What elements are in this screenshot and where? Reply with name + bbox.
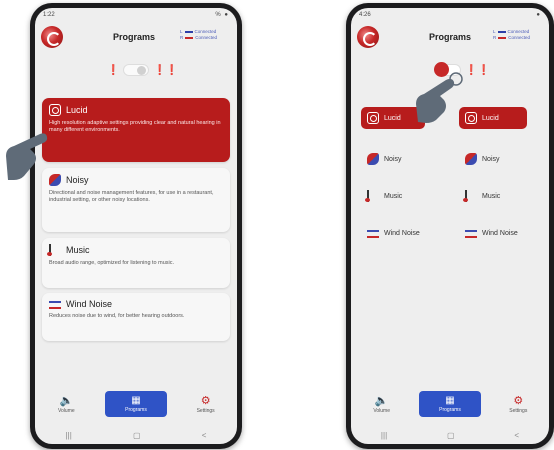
- left-program-noisy[interactable]: Noisy: [361, 148, 425, 170]
- app-header: Programs L Connected R Connected: [35, 22, 237, 56]
- wind-icon: [465, 230, 477, 238]
- right-side-label: R: [493, 35, 497, 40]
- nav-label: Settings: [509, 408, 528, 414]
- program-name: Lucid: [384, 114, 401, 122]
- gear-icon: ⚙: [513, 395, 524, 407]
- connection-status: L Connected R Connected: [180, 29, 217, 41]
- connection-status: L Connected R Connected: [493, 29, 530, 41]
- speaker-icon: 🔈: [374, 395, 389, 407]
- program-description: Reduces noise due to wind, for better he…: [49, 313, 185, 319]
- lucid-icon: [49, 104, 61, 116]
- music-icon: [47, 244, 61, 256]
- wind-icon: [367, 230, 379, 238]
- program-name: Music: [66, 245, 90, 255]
- bottom-nav: 🔈 Volume ▦ Programs ⚙ Settings: [35, 384, 237, 424]
- program-card-wind-noise[interactable]: Wind Noise Reduces noise due to wind, fo…: [42, 293, 230, 341]
- program-name: Wind Noise: [482, 229, 518, 237]
- program-card-noisy[interactable]: Noisy Directional and noise management f…: [42, 168, 230, 232]
- back-button[interactable]: <: [514, 431, 519, 440]
- recents-button[interactable]: |||: [381, 431, 387, 440]
- phone-left: 1:22 % ● Programs L Connected R Connected …: [30, 3, 242, 449]
- nav-volume[interactable]: 🔈 Volume: [358, 394, 406, 414]
- brand-logo-icon: [357, 26, 379, 48]
- left-connected-label: Connected: [194, 29, 217, 34]
- program-name: Wind Noise: [384, 229, 420, 237]
- right-connected-label: Connected: [508, 35, 531, 40]
- music-icon: [463, 190, 477, 202]
- speaker-icon: 🔈: [59, 395, 74, 407]
- system-nav-bar: ||| ▢ <: [35, 426, 237, 444]
- status-time: 4:26: [359, 12, 371, 18]
- gear-icon: ⚙: [200, 395, 211, 407]
- group-people-icon: ❗❗: [153, 64, 179, 76]
- recents-button[interactable]: |||: [66, 431, 72, 440]
- wind-icon: [49, 301, 61, 309]
- nav-settings[interactable]: ⚙ Settings: [494, 394, 542, 414]
- program-card-music[interactable]: Music Broad audio range, optimized for l…: [42, 238, 230, 288]
- nav-label: Volume: [373, 408, 390, 414]
- nav-label: Volume: [57, 408, 75, 414]
- nav-programs[interactable]: ▦ Programs: [418, 391, 481, 417]
- right-connected-label: Connected: [195, 35, 218, 40]
- noisy-icon: [367, 153, 379, 165]
- toggle-switch[interactable]: [123, 64, 150, 76]
- home-button[interactable]: ▢: [447, 431, 455, 440]
- tutorial-illustration: 1:22 % ● Programs L Connected R Connected …: [0, 0, 554, 450]
- right-program-noisy[interactable]: Noisy: [459, 148, 527, 170]
- right-side-label: R: [180, 35, 184, 40]
- program-name: Music: [482, 192, 501, 200]
- mode-toggle[interactable]: ❗ ❗❗: [107, 62, 178, 78]
- program-name: Lucid: [66, 105, 88, 115]
- phone-left-screen: 1:22 % ● Programs L Connected R Connected …: [35, 8, 237, 444]
- left-program-wind-noise[interactable]: Wind Noise: [361, 222, 441, 244]
- pointing-hand-icon: [416, 72, 463, 123]
- left-connected-label: Connected: [507, 29, 530, 34]
- status-bar: 1:22 % ●: [35, 8, 237, 22]
- page-title: Programs: [429, 32, 472, 42]
- bottom-nav: 🔈 Volume ▦ Programs ⚙ Settings: [351, 384, 549, 424]
- lucid-icon: [367, 112, 379, 124]
- nav-label: Settings: [196, 408, 215, 414]
- pointing-hand-icon: [6, 133, 48, 180]
- group-people-icon: ❗❗: [465, 64, 490, 76]
- grid-icon: ▦: [445, 395, 455, 406]
- left-side-label: L: [493, 29, 496, 34]
- program-name: Wind Noise: [66, 299, 113, 309]
- program-name: Lucid: [482, 114, 499, 122]
- page-title: Programs: [113, 32, 156, 42]
- nav-label: Programs: [439, 407, 461, 413]
- program-description: Broad audio range, optimized for listeni…: [49, 260, 175, 266]
- music-icon: [365, 190, 379, 202]
- app-header: Programs L Connected R Connected: [351, 22, 549, 56]
- program-name: Noisy: [482, 155, 500, 163]
- program-name: Noisy: [66, 175, 89, 185]
- nav-settings[interactable]: ⚙ Settings: [182, 394, 230, 414]
- program-name: Music: [384, 192, 403, 200]
- nav-volume[interactable]: 🔈 Volume: [42, 394, 90, 414]
- status-indicators: % ●: [215, 12, 229, 18]
- nav-label: Programs: [125, 407, 147, 413]
- back-button[interactable]: <: [202, 431, 207, 440]
- program-name: Noisy: [384, 155, 402, 163]
- right-program-lucid[interactable]: Lucid: [459, 107, 527, 129]
- program-description: High resolution adaptive settings provid…: [49, 120, 221, 133]
- status-time: 1:22: [43, 12, 55, 18]
- program-card-lucid[interactable]: Lucid High resolution adaptive settings …: [42, 98, 230, 162]
- program-description: Directional and noise management feature…: [49, 190, 214, 203]
- brand-logo-icon: [41, 26, 63, 48]
- home-button[interactable]: ▢: [133, 431, 141, 440]
- left-program-music[interactable]: Music: [361, 185, 425, 207]
- grid-icon: ▦: [131, 395, 141, 406]
- status-bar: 4:26 ●: [351, 8, 549, 22]
- noisy-icon: [465, 153, 477, 165]
- nav-programs[interactable]: ▦ Programs: [104, 391, 167, 417]
- right-program-music[interactable]: Music: [459, 185, 527, 207]
- system-nav-bar: ||| ▢ <: [351, 426, 549, 444]
- left-side-label: L: [180, 29, 183, 34]
- single-person-icon: ❗: [107, 64, 120, 76]
- status-indicators: ●: [536, 12, 541, 18]
- right-program-wind-noise[interactable]: Wind Noise: [459, 222, 545, 244]
